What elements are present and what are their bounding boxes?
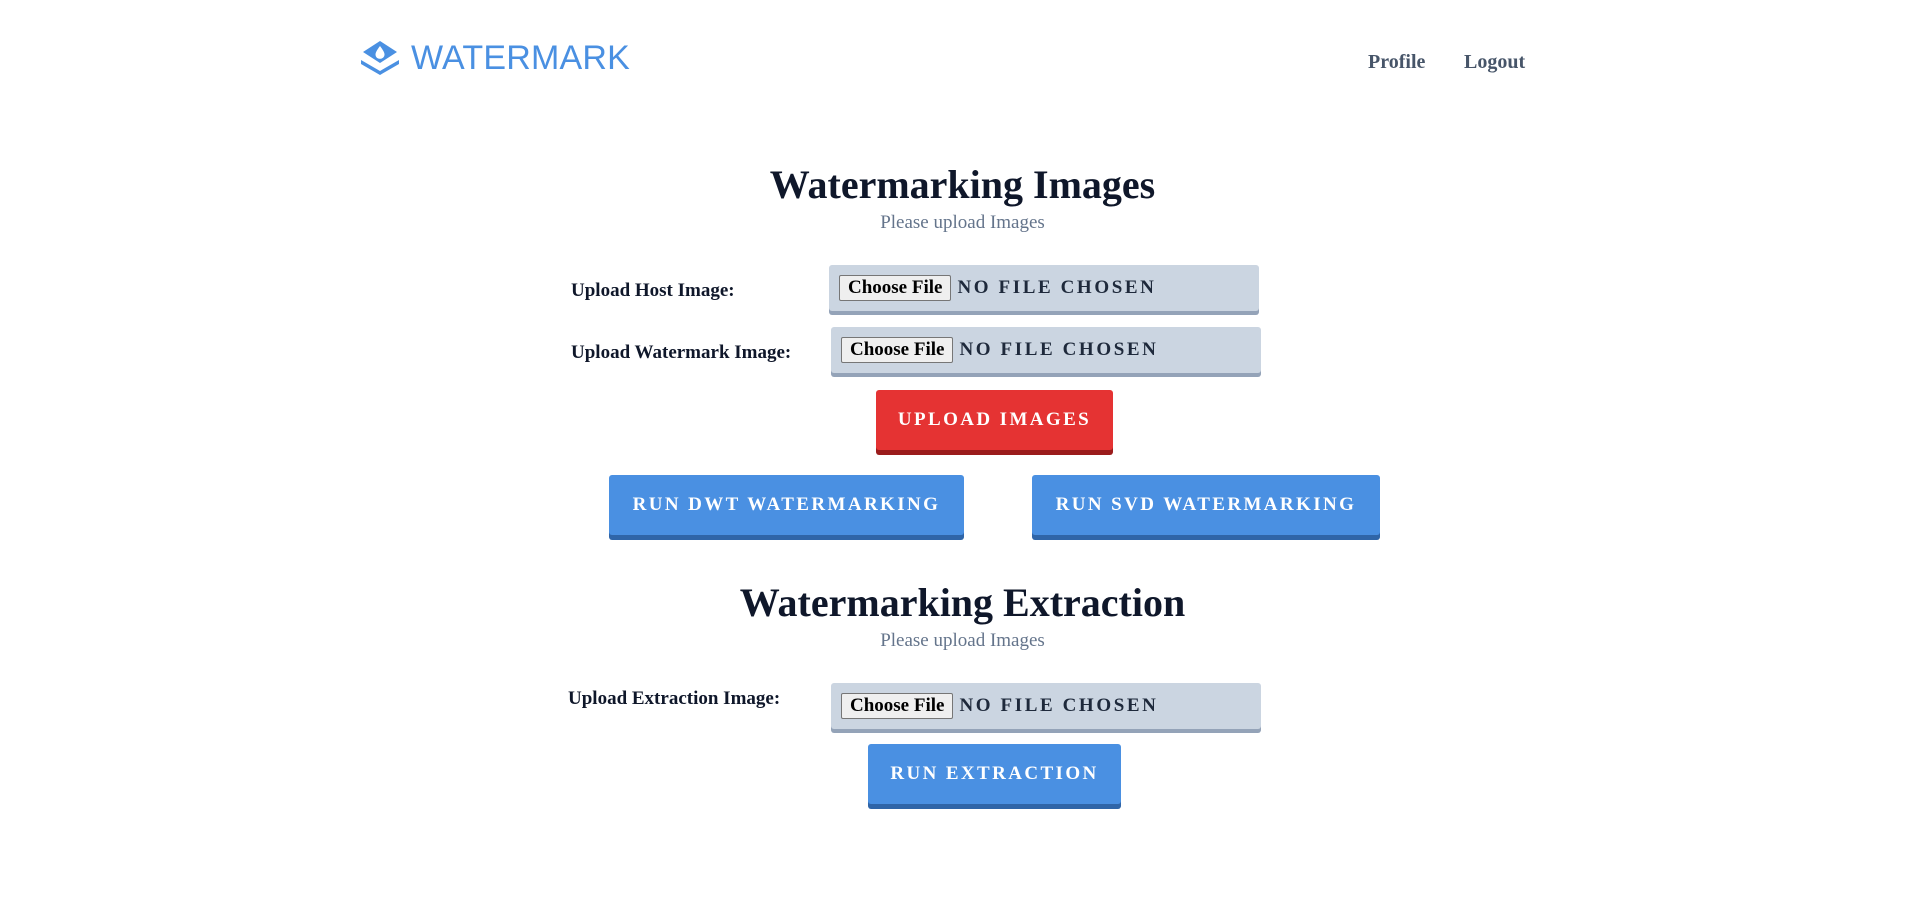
brand-name: WATERMARK xyxy=(411,39,631,77)
watermark-image-input[interactable]: Choose File No file chosen xyxy=(831,327,1261,373)
host-image-label: Upload Host Image: xyxy=(571,280,735,301)
nav-logout-link[interactable]: Logout xyxy=(1464,50,1525,74)
extraction-choose-file-button[interactable]: Choose File xyxy=(841,693,954,719)
host-image-input[interactable]: Choose File No file chosen xyxy=(829,265,1259,311)
run-dwt-button[interactable]: Run DWT Watermarking xyxy=(609,475,964,535)
run-extraction-button[interactable]: Run Extraction xyxy=(868,744,1121,804)
extract-section-subtitle: Please upload Images xyxy=(880,630,1045,651)
extraction-file-status: No file chosen xyxy=(959,695,1159,716)
extraction-image-label: Upload Extraction Image: xyxy=(568,688,781,709)
run-svd-button[interactable]: Run SVD Watermarking xyxy=(1032,475,1380,535)
embed-section-subtitle: Please upload Images xyxy=(880,212,1045,233)
watermark-image-label: Upload Watermark Image: xyxy=(571,342,792,363)
watermark-choose-file-button[interactable]: Choose File xyxy=(841,337,954,363)
extract-section-title: Watermarking Extraction xyxy=(739,580,1186,625)
brand-logo[interactable]: WATERMARK xyxy=(359,38,630,78)
host-file-status: No file chosen xyxy=(957,277,1157,298)
watermark-file-status: No file chosen xyxy=(959,339,1159,360)
layers-icon xyxy=(359,40,401,76)
host-choose-file-button[interactable]: Choose File xyxy=(839,275,952,301)
extraction-image-input[interactable]: Choose File No file chosen xyxy=(831,683,1261,729)
embed-section-title: Watermarking Images xyxy=(769,162,1156,207)
nav-profile-link[interactable]: Profile xyxy=(1368,50,1425,74)
upload-images-button[interactable]: Upload Images xyxy=(876,390,1113,450)
